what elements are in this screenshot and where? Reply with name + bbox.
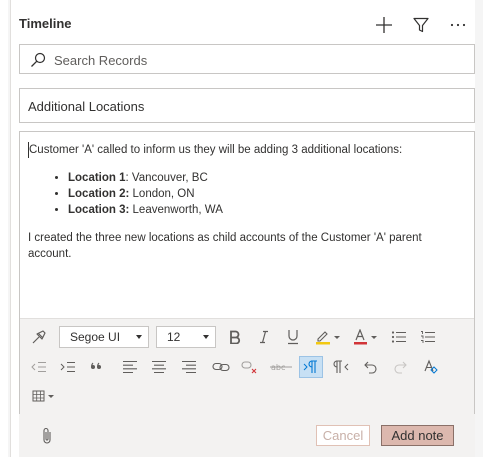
- highlight-icon[interactable]: [313, 326, 343, 348]
- numbered-list-icon[interactable]: [416, 326, 440, 348]
- underline-icon[interactable]: [281, 326, 305, 348]
- increase-indent-icon[interactable]: [56, 356, 80, 378]
- search-icon: [30, 52, 46, 68]
- strikethrough-icon[interactable]: abc: [268, 356, 294, 378]
- location-value: Vancouver, BC: [128, 172, 208, 184]
- note-title-input[interactable]: [28, 97, 458, 115]
- cancel-button[interactable]: Cancel: [316, 425, 370, 446]
- location-list: Location 1: Vancouver, BC Location 2: Lo…: [68, 170, 458, 218]
- ltr-icon[interactable]: [299, 356, 323, 378]
- location-label: Location 3:: [68, 204, 130, 216]
- note-intro: Customer 'A' called to inform us they wi…: [29, 144, 403, 156]
- paperclip-icon[interactable]: [41, 427, 53, 445]
- note-editor[interactable]: Customer 'A' called to inform us they wi…: [19, 131, 475, 414]
- list-item: Location 3: Leavenworth, WA: [68, 202, 458, 218]
- table-icon[interactable]: [29, 385, 59, 407]
- note-closing: I created the three new locations as chi…: [28, 232, 422, 260]
- formatting-toolbar: Segoe UI 12 abc: [20, 318, 474, 414]
- chevron-down-icon: [136, 335, 142, 339]
- note-body[interactable]: Customer 'A' called to inform us they wi…: [28, 142, 458, 262]
- align-left-icon[interactable]: [118, 356, 142, 378]
- unlink-icon[interactable]: [238, 356, 262, 378]
- plus-icon[interactable]: [373, 14, 395, 36]
- font-family-select[interactable]: Segoe UI: [59, 326, 149, 348]
- location-label: Location 1: [68, 172, 126, 184]
- bullet-list-icon[interactable]: [387, 326, 411, 348]
- blockquote-icon[interactable]: [85, 356, 109, 378]
- search-box[interactable]: [19, 44, 475, 74]
- bold-icon[interactable]: [223, 326, 247, 348]
- redo-icon[interactable]: [388, 356, 412, 378]
- font-size-value: 12: [167, 330, 181, 344]
- location-label: Location 2:: [68, 188, 130, 200]
- align-right-icon[interactable]: [177, 356, 201, 378]
- font-size-select[interactable]: 12: [156, 326, 216, 348]
- chevron-down-icon: [203, 335, 209, 339]
- note-footer: Cancel Add note: [19, 414, 475, 457]
- rtl-icon[interactable]: [329, 356, 353, 378]
- filter-icon[interactable]: [410, 14, 432, 36]
- align-center-icon[interactable]: [147, 356, 171, 378]
- location-value: Leavenworth, WA: [129, 204, 223, 216]
- timeline-header: Timeline: [19, 6, 475, 42]
- list-item: Location 2: London, ON: [68, 186, 458, 202]
- link-icon[interactable]: [209, 356, 233, 378]
- undo-icon[interactable]: [359, 356, 383, 378]
- timeline-title: Timeline: [19, 16, 72, 31]
- format-painter-icon[interactable]: [27, 326, 51, 348]
- more-icon[interactable]: [447, 14, 469, 36]
- italic-icon[interactable]: [252, 326, 276, 348]
- add-note-button[interactable]: Add note: [381, 425, 454, 446]
- decrease-indent-icon[interactable]: [27, 356, 51, 378]
- location-value: London, ON: [129, 188, 195, 200]
- clear-format-icon[interactable]: [418, 356, 442, 378]
- search-input[interactable]: [54, 50, 454, 70]
- font-color-icon[interactable]: [351, 326, 381, 348]
- font-family-value: Segoe UI: [70, 330, 121, 344]
- list-item: Location 1: Vancouver, BC: [68, 170, 458, 186]
- note-title-field[interactable]: [19, 88, 475, 123]
